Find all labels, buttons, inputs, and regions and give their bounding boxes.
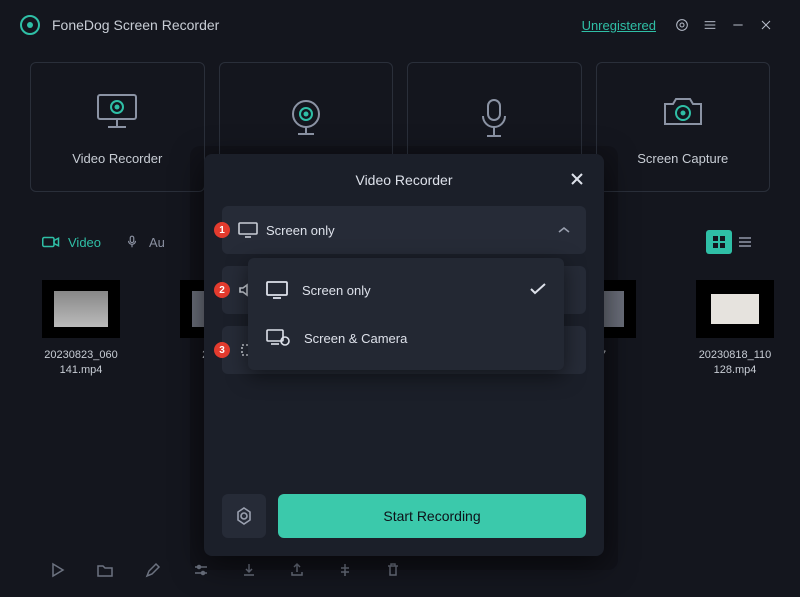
source-label: Screen only [266,223,546,238]
monitor-icon [92,89,142,133]
start-label: Start Recording [383,508,480,524]
grid-view-icon[interactable] [706,230,732,254]
mode-label: Video Recorder [72,151,162,166]
app-title: FoneDog Screen Recorder [52,17,219,33]
file-name: 20230823_060141.mp4 [42,348,120,379]
gallery-item[interactable]: 20230818_110128.mp4 [696,280,774,379]
view-toggle [706,230,758,254]
download-icon[interactable] [240,561,258,579]
gallery-item[interactable]: 20230823_060141.mp4 [42,280,120,379]
mode-label: Screen Capture [637,151,728,166]
chevron-up-icon [558,221,570,239]
start-recording-button[interactable]: Start Recording [278,494,586,538]
dropdown-option-screen-camera[interactable]: Screen & Camera [248,314,564,362]
settings-icon[interactable] [668,11,696,39]
mode-video-recorder[interactable]: Video Recorder [30,62,205,192]
tab-label: Video [68,235,101,250]
title-bar: FoneDog Screen Recorder Unregistered [0,0,800,50]
step-badge-3: 3 [214,342,230,358]
microphone-icon [476,96,512,140]
check-icon [530,283,546,298]
file-name: 20230818_110128.mp4 [696,348,774,379]
sliders-icon[interactable] [192,561,210,579]
share-icon[interactable] [288,561,306,579]
step-badge-1: 1 [214,222,230,238]
modal-close-icon[interactable] [568,170,586,188]
minimize-icon[interactable] [724,11,752,39]
logo-icon [20,15,40,35]
option-label: Screen & Camera [304,331,407,346]
tab-video[interactable]: Video [42,235,101,250]
thumbnail [42,280,120,338]
edit-icon[interactable] [144,561,162,579]
dropdown-option-screen-only[interactable]: Screen only [248,266,564,314]
source-dropdown: Screen only Screen & Camera [248,258,564,370]
record-settings-icon[interactable] [222,494,266,538]
video-recorder-modal: Video Recorder 1 Screen only 2 3 Screen … [204,154,604,556]
thumbnail [696,280,774,338]
webcam-icon [284,96,328,140]
tab-label: Au [149,235,165,250]
modal-actions: Start Recording [222,494,586,538]
mode-screen-capture[interactable]: Screen Capture [596,62,771,192]
step-badge-2: 2 [214,282,230,298]
unregistered-link[interactable]: Unregistered [582,18,656,33]
list-view-icon[interactable] [732,230,758,254]
tab-audio[interactable]: Au [123,235,165,250]
trash-icon[interactable] [384,561,402,579]
monitor-small-icon [238,222,258,238]
folder-icon[interactable] [96,561,114,579]
play-icon[interactable] [48,561,66,579]
convert-icon[interactable] [336,561,354,579]
option-label: Screen only [302,283,371,298]
close-icon[interactable] [752,11,780,39]
menu-icon[interactable] [696,11,724,39]
app-logo: FoneDog Screen Recorder [20,15,219,35]
source-selector[interactable]: 1 Screen only [222,206,586,254]
camera-icon [659,89,707,133]
modal-title: Video Recorder [222,172,586,188]
